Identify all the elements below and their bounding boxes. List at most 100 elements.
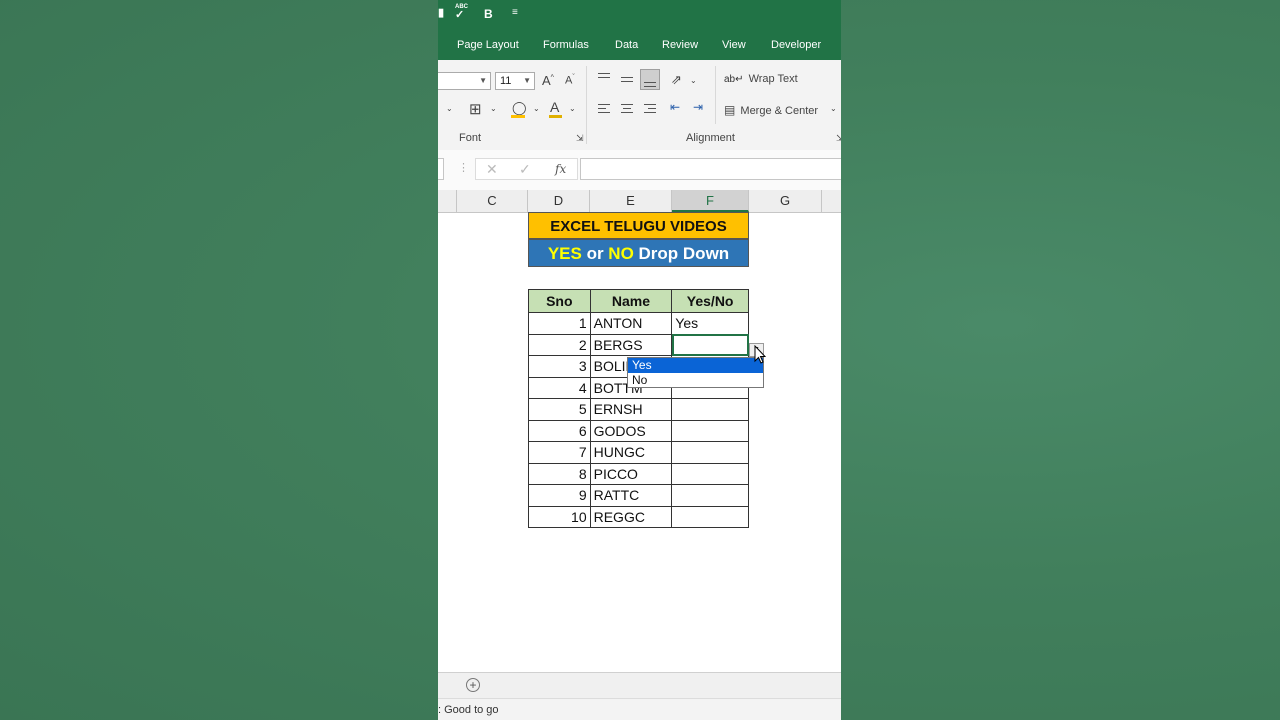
column-header-g[interactable]: G — [749, 190, 822, 212]
bold-quick-button[interactable]: B — [484, 7, 493, 21]
name-cell[interactable]: HUNGC — [589, 441, 673, 464]
yes-no-cell-active[interactable] — [671, 333, 749, 356]
tab-formulas[interactable]: Formulas — [543, 39, 589, 51]
font-dialog-launcher-icon[interactable]: ⇲ — [576, 133, 584, 144]
sno-cell[interactable]: 10 — [528, 505, 591, 528]
name-box-edge[interactable] — [438, 158, 444, 180]
fill-color-dropdown-icon[interactable]: ⌄ — [533, 104, 540, 113]
decrease-indent-icon[interactable]: ⇤ — [670, 100, 680, 114]
alignment-dialog-launcher-icon[interactable]: ⇲ — [836, 133, 841, 144]
sno-cell[interactable]: 2 — [528, 333, 591, 356]
formula-input[interactable] — [580, 158, 841, 180]
wrap-text-button[interactable]: ab↵ Wrap Text — [724, 73, 798, 85]
sno-cell[interactable]: 9 — [528, 484, 591, 507]
subtitle-rest: Drop Down — [633, 244, 730, 263]
status-bar: : Good to go — [438, 698, 841, 720]
yes-no-cell[interactable] — [671, 505, 749, 528]
formula-bar: ⋮ ✕ ✓ fx — [438, 150, 841, 190]
yes-no-cell[interactable] — [671, 419, 749, 442]
header-name[interactable]: Name — [589, 289, 673, 313]
increase-indent-icon[interactable]: ⇥ — [693, 100, 703, 114]
excel-window: ▮ ABC ✓ B ≡ Page Layout Formulas Data Re… — [438, 0, 841, 720]
insert-function-icon[interactable]: fx — [555, 162, 566, 176]
name-cell[interactable]: REGGC — [589, 505, 673, 528]
font-size-combo[interactable]: 11 ▼ — [495, 72, 535, 90]
font-name-combo[interactable]: ▼ — [438, 72, 491, 90]
header-sno[interactable]: Sno — [528, 289, 591, 313]
font-color-icon[interactable]: A — [549, 99, 562, 118]
align-left-icon[interactable] — [598, 104, 610, 116]
borders-icon[interactable]: ⊞ — [469, 100, 482, 118]
enter-icon[interactable]: ✓ — [519, 161, 531, 178]
sno-cell[interactable]: 1 — [528, 312, 591, 335]
yes-no-cell[interactable]: Yes — [671, 312, 749, 335]
merge-center-dropdown-icon[interactable]: ⌄ — [830, 104, 837, 113]
table-row: 8 PICCO — [528, 462, 749, 485]
middle-align-icon[interactable] — [621, 77, 633, 85]
name-cell[interactable]: BERGS — [589, 333, 673, 356]
column-header-e[interactable]: E — [590, 190, 672, 212]
sno-cell[interactable]: 7 — [528, 441, 591, 464]
column-header-d[interactable]: D — [528, 190, 590, 212]
sno-cell[interactable]: 3 — [528, 355, 591, 378]
subtitle-banner[interactable]: YES or NO Drop Down — [528, 239, 749, 267]
align-center-icon[interactable] — [621, 104, 633, 116]
yes-no-cell[interactable] — [671, 462, 749, 485]
dropdown-option-yes[interactable]: Yes — [628, 358, 763, 373]
column-header-f[interactable]: F — [672, 190, 749, 212]
sno-cell[interactable]: 4 — [528, 376, 591, 399]
top-align-icon[interactable] — [598, 73, 610, 81]
tab-view[interactable]: View — [722, 39, 746, 51]
name-cell[interactable]: ERNSH — [589, 398, 673, 421]
title-banner[interactable]: EXCEL TELUGU VIDEOS — [528, 212, 749, 239]
merge-center-label: Merge & Center — [740, 105, 819, 117]
new-sheet-icon[interactable]: + — [466, 678, 480, 692]
subtitle-yes: YES — [547, 244, 582, 263]
increase-font-icon[interactable]: A^ — [542, 73, 554, 88]
sno-cell[interactable]: 6 — [528, 419, 591, 442]
yes-no-cell[interactable] — [671, 484, 749, 507]
dropdown-option-no[interactable]: No — [628, 373, 763, 388]
data-table: Sno Name Yes/No 1 ANTON Yes 2 BERGS 3 BO… — [528, 289, 749, 528]
status-text: : Good to go — [438, 704, 499, 716]
tab-data[interactable]: Data — [615, 39, 638, 51]
font-more-dropdown-icon[interactable]: ⌄ — [446, 104, 453, 113]
ribbon-tabs: Page Layout Formulas Data Review View De… — [438, 31, 841, 60]
merge-center-button[interactable]: ▤ Merge & Center — [724, 103, 818, 117]
sno-cell[interactable]: 5 — [528, 398, 591, 421]
fill-color-icon[interactable]: ◯ — [511, 100, 527, 118]
customize-qat-icon[interactable]: ≡ — [512, 7, 518, 18]
yes-no-cell[interactable] — [671, 441, 749, 464]
ribbon-separator — [586, 66, 587, 144]
orientation-dropdown-icon[interactable]: ⌄ — [690, 76, 697, 85]
name-cell[interactable]: GODOS — [589, 419, 673, 442]
merge-center-icon: ▤ — [724, 103, 736, 117]
align-right-icon[interactable] — [644, 104, 656, 116]
mouse-cursor-icon — [754, 345, 766, 364]
title-bar: ▮ ABC ✓ B ≡ — [438, 0, 841, 31]
name-cell[interactable]: RATTC — [589, 484, 673, 507]
save-icon[interactable]: ▮ — [438, 6, 444, 19]
yes-no-cell[interactable] — [671, 398, 749, 421]
wrap-text-icon: ab↵ — [724, 74, 744, 85]
bottom-align-icon[interactable] — [640, 69, 660, 90]
table-row: 2 BERGS — [528, 333, 749, 356]
name-cell[interactable]: ANTON — [589, 312, 673, 335]
font-group-label: Font — [459, 132, 482, 144]
tab-review[interactable]: Review — [662, 39, 698, 51]
tab-developer[interactable]: Developer — [771, 39, 821, 51]
orientation-icon[interactable]: ⇗ — [671, 72, 682, 88]
name-cell[interactable]: PICCO — [589, 462, 673, 485]
header-yes-no[interactable]: Yes/No — [671, 289, 749, 313]
borders-dropdown-icon[interactable]: ⌄ — [490, 104, 497, 113]
font-color-dropdown-icon[interactable]: ⌄ — [569, 104, 576, 113]
column-header-c[interactable]: C — [457, 190, 528, 212]
tab-page-layout[interactable]: Page Layout — [457, 39, 519, 51]
ribbon-separator-2 — [715, 66, 716, 124]
column-header-edge[interactable] — [438, 190, 457, 212]
decrease-font-icon[interactable]: Aˇ — [565, 74, 575, 87]
cancel-icon[interactable]: ✕ — [486, 161, 498, 178]
spelling-check-icon[interactable]: ABC ✓ — [455, 4, 468, 21]
sno-cell[interactable]: 8 — [528, 462, 591, 485]
table-row: 5 ERNSH — [528, 398, 749, 421]
